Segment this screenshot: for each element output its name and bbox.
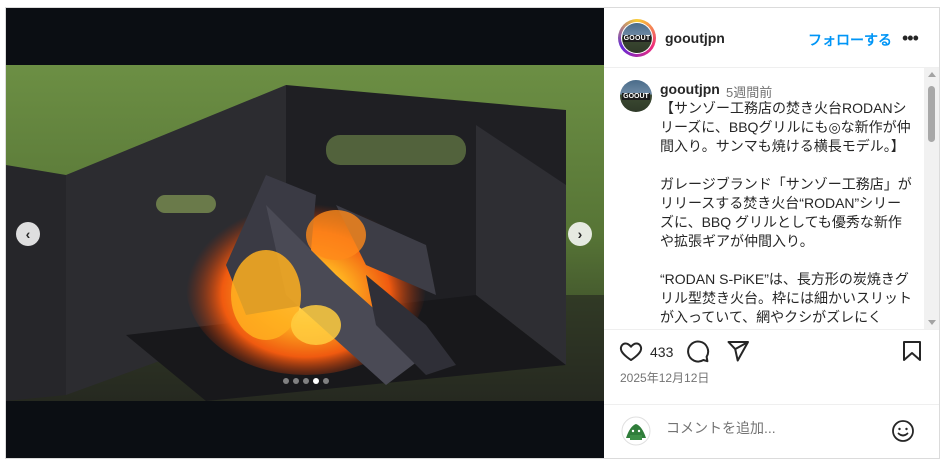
slide-dot: [293, 378, 299, 384]
comment-input[interactable]: [666, 418, 876, 438]
scroll-down-arrow[interactable]: [928, 320, 936, 325]
caption-avatar[interactable]: GOOUT: [620, 80, 652, 112]
media-panel: ‹ ›: [6, 8, 604, 458]
user-avatar: [620, 415, 652, 447]
scroll-thumb[interactable]: [928, 86, 935, 142]
slide-dot: [283, 378, 289, 384]
post-dialog: ‹ › GOOUT gooutjpn フォローする ••• GOOUT goou…: [5, 7, 940, 459]
slide-dot: [303, 378, 309, 384]
follow-button[interactable]: フォローする: [808, 30, 892, 50]
caption-text: 【サンゾー工務店の焚き火台RODANシリーズに、BBQグリルにも◎な新作が仲間入…: [660, 100, 912, 325]
caption-avatar-text: GOOUT: [622, 92, 650, 100]
post-photo: [6, 65, 604, 401]
smiley-icon[interactable]: [891, 419, 915, 443]
paper-plane-icon[interactable]: [725, 338, 751, 364]
slide-dot: [313, 378, 319, 384]
prev-slide-button[interactable]: ‹: [16, 222, 40, 246]
ellipsis-icon[interactable]: •••: [902, 28, 919, 49]
caption-area: GOOUT gooutjpn 5週間前 【サンゾー工務店の焚き火台RODANシリ…: [604, 68, 939, 330]
like-count[interactable]: 433: [650, 344, 673, 360]
post-sidebar: GOOUT gooutjpn フォローする ••• GOOUT gooutjpn…: [604, 8, 939, 458]
next-slide-button[interactable]: ›: [568, 222, 592, 246]
avatar[interactable]: GOOUT: [618, 19, 656, 57]
post-header: GOOUT gooutjpn フォローする •••: [604, 8, 939, 68]
heart-icon[interactable]: [618, 338, 644, 364]
fire-pit-illustration: [6, 65, 604, 401]
scroll-up-arrow[interactable]: [928, 72, 936, 77]
scrollbar[interactable]: [924, 68, 939, 329]
comment-bar: [604, 404, 939, 458]
post-date[interactable]: 2025年12月12日: [620, 369, 709, 386]
avatar-logo-text: GOOUT: [622, 34, 652, 42]
caption-username[interactable]: gooutjpn: [660, 81, 720, 97]
bookmark-icon[interactable]: [899, 338, 925, 364]
username-link[interactable]: gooutjpn: [665, 30, 725, 46]
comment-bubble-icon[interactable]: [685, 338, 711, 364]
slide-dot: [323, 378, 329, 384]
action-bar: 433: [604, 330, 939, 374]
slide-indicator: [283, 378, 329, 384]
user-avatar-icon: [621, 416, 651, 446]
